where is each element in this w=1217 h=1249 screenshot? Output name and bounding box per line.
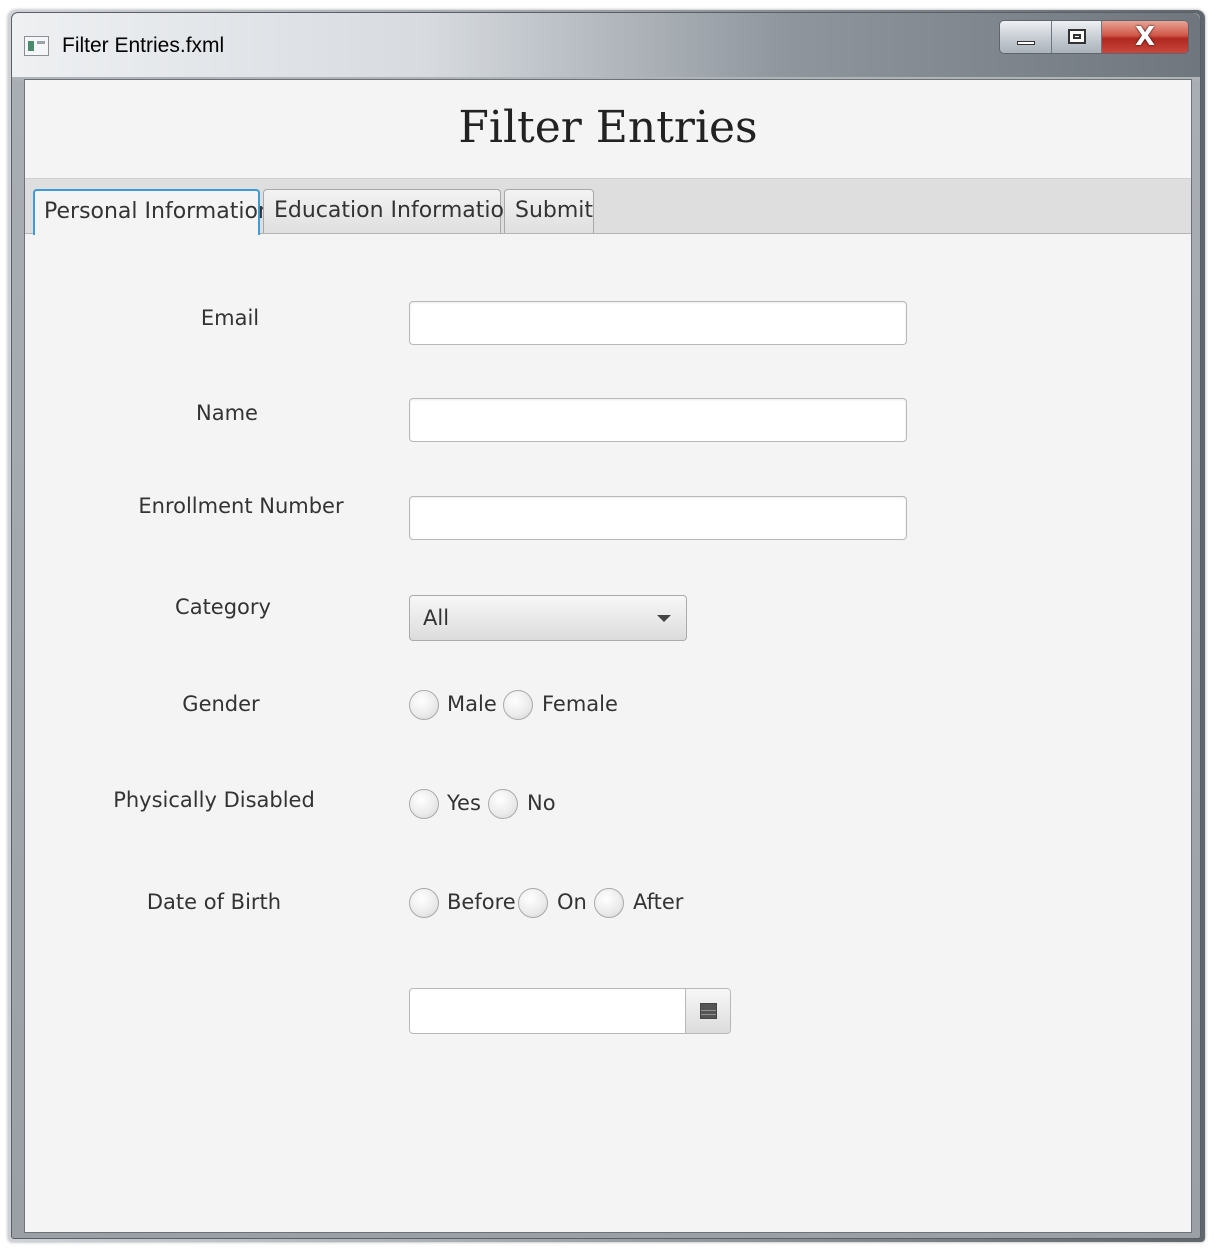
date-of-birth-label: Date of Birth [146,890,282,914]
tab-submit[interactable]: Submit [504,189,594,233]
dob-on-radio[interactable] [518,888,548,918]
calendar-icon [700,1003,717,1019]
page-title: Filter Entries [458,102,758,153]
app-window: Filter Entries.fxml X Filter Entries Per… [11,12,1201,1239]
chevron-down-icon [657,615,671,622]
gender-male-radio[interactable] [409,690,439,720]
dob-after-label[interactable]: After [633,890,683,914]
disabled-radio-group: Yes No [409,789,579,821]
gender-label: Gender [182,692,260,716]
disabled-yes-label[interactable]: Yes [447,791,481,815]
gender-female-radio[interactable] [503,690,533,720]
date-picker [409,988,731,1034]
window-content: Filter Entries Personal Information Educ… [24,79,1192,1233]
category-label: Category [175,595,271,619]
minimize-button[interactable] [1000,21,1052,53]
title-bar[interactable]: Filter Entries.fxml X [12,13,1200,77]
enrollment-number-label: Enrollment Number [138,494,344,518]
category-selected-value: All [423,606,450,630]
disabled-yes-radio[interactable] [409,789,439,819]
dob-before-label[interactable]: Before [447,890,516,914]
disabled-no-label[interactable]: No [527,791,556,815]
enrollment-number-field[interactable] [409,496,907,540]
dob-radio-group: Before On After [409,888,709,920]
tab-education-information[interactable]: Education Information [263,189,518,233]
physically-disabled-label: Physically Disabled [113,788,315,812]
email-label: Email [200,306,260,330]
tab-bar: Personal Information Education Informati… [25,178,1191,235]
tab-personal-information[interactable]: Personal Information [33,189,272,235]
gender-male-label[interactable]: Male [447,692,497,716]
dob-before-radio[interactable] [409,888,439,918]
date-input[interactable] [410,989,686,1033]
window-controls: X [999,20,1189,54]
java-app-icon [24,36,49,56]
minimize-icon [1017,41,1035,45]
name-label: Name [196,401,258,425]
dob-after-radio[interactable] [594,888,624,918]
name-field[interactable] [409,398,907,442]
calendar-button[interactable] [685,989,730,1033]
disabled-no-radio[interactable] [488,789,518,819]
dob-on-label[interactable]: On [557,890,587,914]
email-field[interactable] [409,301,907,345]
close-button[interactable]: X [1102,21,1188,53]
gender-female-label[interactable]: Female [542,692,618,716]
gender-radio-group: Male Female [409,690,629,722]
category-dropdown[interactable]: All [409,595,687,641]
close-icon: X [1134,22,1156,52]
maximize-button[interactable] [1052,21,1102,53]
window-title: Filter Entries.fxml [62,34,225,57]
maximize-icon [1068,29,1086,44]
